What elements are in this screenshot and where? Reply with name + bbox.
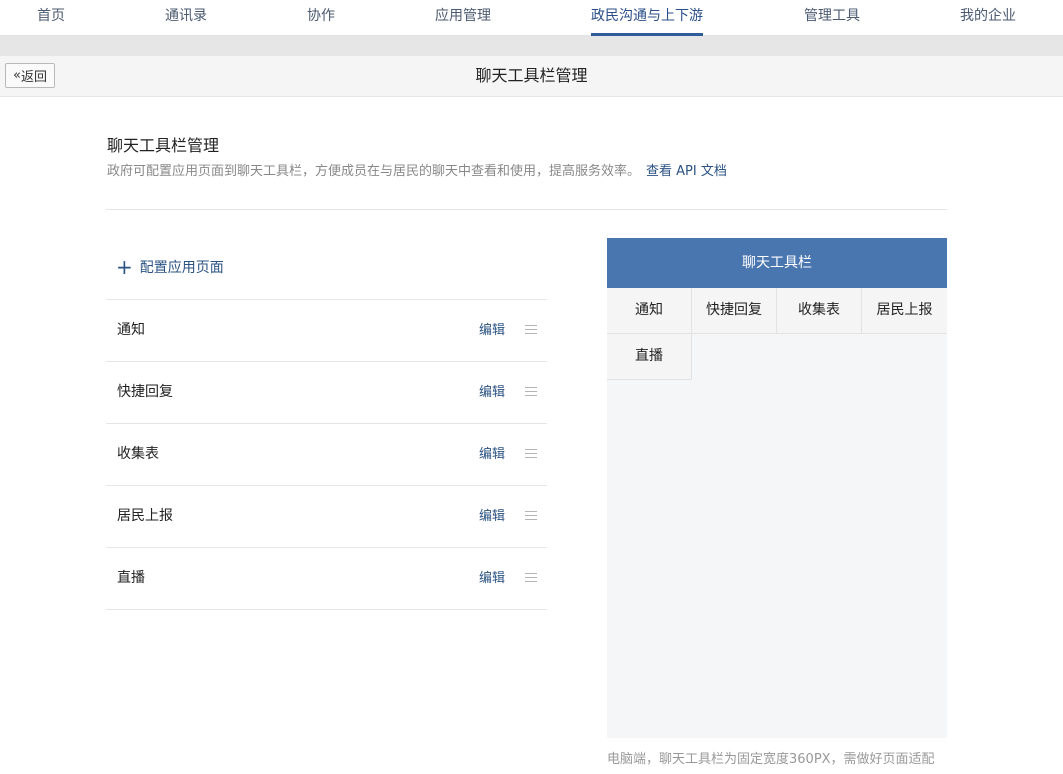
tab-collaboration[interactable]: 协作 — [307, 0, 335, 36]
edit-button[interactable]: 编辑 — [479, 548, 505, 609]
drag-handle-icon[interactable] — [525, 387, 537, 397]
description-text: 政府可配置应用页面到聊天工具栏，方便成员在与居民的聊天中查看和使用，提高服务效率… — [107, 164, 641, 179]
api-docs-link[interactable]: 查看 API 文档 — [646, 164, 727, 179]
edit-button[interactable]: 编辑 — [479, 424, 505, 485]
edit-button[interactable]: 编辑 — [479, 486, 505, 547]
edit-button[interactable]: 编辑 — [479, 300, 505, 361]
toolbar-item-list: 通知 编辑 快捷回复 编辑 收集表 编辑 居民上报 编辑 直播 编辑 — [106, 299, 547, 610]
tab-home[interactable]: 首页 — [37, 0, 65, 36]
plus-icon: + — [116, 255, 133, 279]
tab-contacts[interactable]: 通讯录 — [165, 0, 207, 36]
list-item-name: 快捷回复 — [117, 384, 173, 400]
tab-my-enterprise[interactable]: 我的企业 — [960, 0, 1016, 36]
add-app-page-button[interactable]: + 配置应用页面 — [116, 257, 224, 277]
preview-header: 聊天工具栏 — [607, 238, 947, 288]
list-item: 直播 编辑 — [106, 548, 547, 610]
divider — [106, 209, 947, 210]
page-header: « 返回 聊天工具栏管理 — [0, 56, 1063, 97]
list-item: 快捷回复 编辑 — [106, 362, 547, 424]
list-item: 通知 编辑 — [106, 300, 547, 362]
list-item-name: 收集表 — [117, 446, 159, 462]
add-app-page-label: 配置应用页面 — [139, 260, 224, 276]
preview-item[interactable]: 快捷回复 — [692, 288, 777, 334]
drag-handle-icon[interactable] — [525, 449, 537, 459]
preview-item[interactable]: 通知 — [607, 288, 692, 334]
list-item-name: 通知 — [117, 322, 145, 338]
section-description: 政府可配置应用页面到聊天工具栏，方便成员在与居民的聊天中查看和使用，提高服务效率… — [107, 160, 727, 179]
preview-item[interactable]: 收集表 — [777, 288, 862, 334]
edit-button[interactable]: 编辑 — [479, 362, 505, 423]
preview-item[interactable]: 直播 — [607, 334, 692, 380]
drag-handle-icon[interactable] — [525, 325, 537, 335]
section-title: 聊天工具栏管理 — [107, 136, 220, 155]
page-title: 聊天工具栏管理 — [475, 66, 588, 85]
drag-handle-icon[interactable] — [525, 511, 537, 521]
toolbar-preview: 聊天工具栏 通知 快捷回复 收集表 居民上报 直播 — [607, 238, 947, 738]
drag-handle-icon[interactable] — [525, 573, 537, 583]
preview-item[interactable]: 居民上报 — [862, 288, 947, 334]
tab-app-management[interactable]: 应用管理 — [435, 0, 491, 36]
list-item-name: 直播 — [117, 570, 145, 586]
list-item-name: 居民上报 — [117, 508, 173, 524]
preview-note: 电脑端，聊天工具栏为固定宽度360PX，需做好页面适配 — [607, 752, 935, 767]
tab-management-tools[interactable]: 管理工具 — [804, 0, 860, 36]
tab-citizen-communication[interactable]: 政民沟通与上下游 — [591, 0, 703, 36]
list-item: 居民上报 编辑 — [106, 486, 547, 548]
list-item: 收集表 编辑 — [106, 424, 547, 486]
nav-spacer — [0, 36, 1063, 56]
top-navigation: 首页 通讯录 协作 应用管理 政民沟通与上下游 管理工具 我的企业 — [0, 0, 1063, 36]
